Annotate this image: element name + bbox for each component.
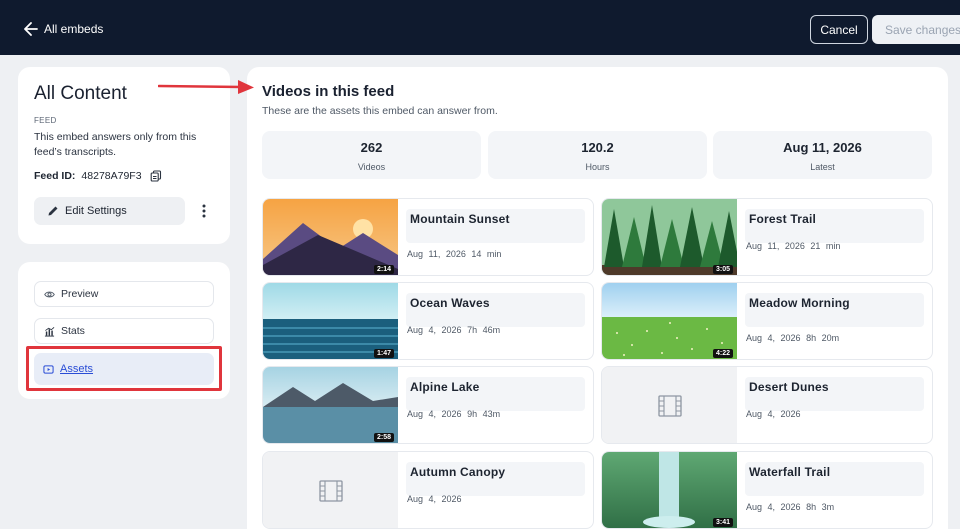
video-thumbnail-placeholder	[602, 367, 737, 443]
video-thumbnail: 1:47	[263, 283, 398, 359]
video-meta: Aug 4, 2026	[746, 409, 801, 419]
stat-latest: Aug 11, 2026 Latest	[713, 131, 932, 179]
video-meta: Aug 4, 2026 8h 3m	[746, 502, 834, 512]
video-length: 21 min	[810, 241, 841, 251]
video-meta: Aug 4, 2026 9h 43m	[407, 409, 500, 419]
video-card[interactable]: 3:41 Waterfall Trail Aug 4, 2026 8h 3m	[601, 451, 933, 529]
back-link[interactable]: All embeds	[24, 18, 103, 40]
top-bar: All embeds Cancel Save changes	[0, 0, 960, 55]
cancel-button[interactable]: Cancel	[810, 15, 868, 44]
video-card[interactable]: 4:22 Meadow Morning Aug 4, 2026 8h 20m	[601, 282, 933, 360]
feed-id-value: 48278A79F3	[81, 170, 142, 182]
stat-hours: 120.2 Hours	[488, 131, 707, 179]
video-date: Aug 4, 2026	[407, 494, 462, 504]
duration-badge: 2:58	[373, 433, 394, 442]
stat-label: Hours	[585, 162, 610, 172]
video-length: 8h 20m	[806, 333, 840, 343]
feed-description: This embed answers only from this feed’s…	[34, 131, 197, 158]
nav-item-preview[interactable]: Preview	[34, 281, 214, 307]
feed-title: All Content	[34, 83, 127, 104]
video-title: Ocean Waves	[410, 296, 490, 310]
stat-label: Latest	[810, 162, 835, 172]
feed-id-label: Feed ID:	[34, 170, 76, 182]
video-date: Aug 11, 2026	[746, 241, 805, 251]
video-title: Forest Trail	[749, 212, 817, 226]
video-length: 14 min	[471, 249, 502, 259]
video-meta: Aug 11, 2026 14 min	[407, 249, 501, 259]
video-meta: Aug 4, 2026	[407, 494, 462, 504]
panel-subtitle: These are the assets this embed can answ…	[262, 105, 498, 117]
video-thumbnail: 2:14	[263, 199, 398, 275]
assets-highlight-box	[26, 346, 222, 391]
nav-item-stats[interactable]: Stats	[34, 318, 214, 344]
video-title: Alpine Lake	[410, 380, 480, 394]
video-card[interactable]: 2:58 Alpine Lake Aug 4, 2026 9h 43m	[262, 366, 594, 444]
panel-title: Videos in this feed	[262, 83, 395, 100]
pencil-icon	[48, 206, 58, 216]
stat-label: Videos	[357, 162, 386, 172]
video-thumbnail: 3:41	[602, 452, 737, 528]
eye-icon	[44, 291, 55, 297]
video-thumbnail: 4:22	[602, 283, 737, 359]
video-title: Autumn Canopy	[410, 465, 506, 479]
nav-item-label: Preview	[61, 288, 99, 300]
video-date: Aug 4, 2026	[746, 502, 801, 512]
video-title: Mountain Sunset	[410, 212, 510, 226]
video-date: Aug 11, 2026	[407, 249, 466, 259]
video-meta: Aug 4, 2026 7h 46m	[407, 325, 500, 335]
arrow-left-icon	[24, 22, 38, 36]
feed-type-label: FEED	[34, 116, 57, 125]
stat-value: 120.2	[581, 140, 614, 155]
stat-value: Aug 11, 2026	[783, 140, 862, 155]
video-date: Aug 4, 2026	[407, 409, 462, 419]
feed-id-row: Feed ID: 48278A79F3	[34, 170, 162, 182]
nav-item-label: Stats	[61, 325, 85, 337]
video-card[interactable]: Desert Dunes Aug 4, 2026	[601, 366, 933, 444]
duration-badge: 3:05	[712, 265, 733, 274]
stat-videos: 262 Videos	[262, 131, 481, 179]
video-date: Aug 4, 2026	[746, 333, 801, 343]
videos-panel: Videos in this feed These are the assets…	[247, 67, 948, 529]
duration-badge: 2:14	[373, 265, 394, 274]
video-title: Desert Dunes	[749, 380, 829, 394]
video-card[interactable]: 2:14 Mountain Sunset Aug 11, 2026 14 min	[262, 198, 594, 276]
duration-badge: 3:41	[712, 518, 733, 527]
video-date: Aug 4, 2026	[407, 325, 462, 335]
video-card[interactable]: 3:05 Forest Trail Aug 11, 2026 21 min	[601, 198, 933, 276]
film-icon	[658, 395, 682, 417]
bar-chart-icon	[44, 326, 55, 337]
video-title: Meadow Morning	[749, 296, 850, 310]
back-link-label: All embeds	[44, 22, 104, 36]
video-length: 8h 3m	[806, 502, 835, 512]
video-meta: Aug 4, 2026 8h 20m	[746, 333, 839, 343]
copy-icon[interactable]	[150, 170, 162, 182]
duration-badge: 4:22	[712, 349, 733, 358]
more-options-icon[interactable]	[198, 202, 210, 220]
video-title: Waterfall Trail	[749, 465, 831, 479]
edit-settings-button[interactable]: Edit Settings	[34, 197, 185, 225]
annotation-arrow	[158, 80, 254, 94]
duration-badge: 1:47	[373, 349, 394, 358]
edit-settings-label: Edit Settings	[65, 205, 127, 217]
video-length: 7h 46m	[467, 325, 501, 335]
video-meta: Aug 11, 2026 21 min	[746, 241, 840, 251]
video-thumbnail-placeholder	[263, 452, 398, 528]
save-changes-button[interactable]: Save changes	[872, 15, 960, 44]
video-thumbnail: 2:58	[263, 367, 398, 443]
stat-value: 262	[360, 140, 383, 155]
film-icon	[319, 480, 343, 502]
video-card[interactable]: Autumn Canopy Aug 4, 2026	[262, 451, 594, 529]
video-thumbnail: 3:05	[602, 199, 737, 275]
video-card[interactable]: 1:47 Ocean Waves Aug 4, 2026 7h 46m	[262, 282, 594, 360]
video-date: Aug 4, 2026	[746, 409, 801, 419]
video-length: 9h 43m	[467, 409, 501, 419]
